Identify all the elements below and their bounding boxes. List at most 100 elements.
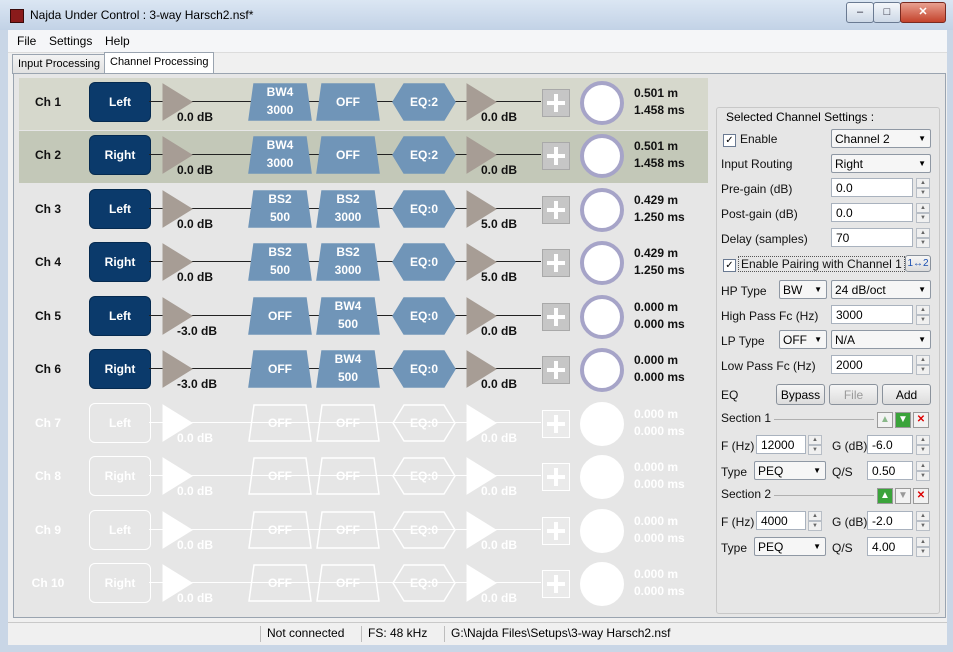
channel-row[interactable]: Ch 6 Right -3.0 dB OFF BW4 500 EQ:0 0.0 (19, 345, 708, 397)
channel-row[interactable]: Ch 5 Left -3.0 dB OFF BW4 500 EQ:0 0.0 d… (19, 292, 708, 344)
section-1-move-down-icon[interactable]: ▼ (895, 412, 911, 428)
eq-block[interactable]: EQ:0 (392, 511, 456, 549)
enable-checkbox[interactable]: ✓ (723, 134, 736, 147)
filter-1[interactable]: BW4 3000 (248, 136, 312, 174)
menu-file[interactable]: File (17, 34, 36, 48)
input-route-button[interactable]: Left (89, 189, 151, 229)
polarity-plus-icon[interactable] (542, 142, 570, 170)
delay-ring-icon[interactable] (580, 241, 624, 285)
delay-ring-icon[interactable] (580, 455, 624, 499)
channel-select[interactable]: Channel 2 (831, 129, 931, 148)
delay-ring-icon[interactable] (580, 295, 624, 339)
section-1-type-select[interactable]: PEQ (754, 461, 826, 480)
channel-row[interactable]: Ch 2 Right 0.0 dB BW4 3000 OFF EQ:2 0.0 (19, 131, 708, 183)
filter-1[interactable]: BW4 3000 (248, 83, 312, 121)
pairing-checkbox[interactable]: ✓ (723, 259, 736, 272)
maximize-button[interactable]: □ (873, 2, 901, 23)
filter-2[interactable]: OFF (316, 564, 380, 602)
input-route-button[interactable]: Right (89, 349, 151, 389)
menu-help[interactable]: Help (105, 34, 130, 48)
add-button[interactable]: Add (882, 384, 931, 405)
delay-ring-icon[interactable] (580, 81, 624, 125)
delay-ring-icon[interactable] (580, 562, 624, 606)
section-2-move-down-icon[interactable]: ▼ (895, 488, 911, 504)
file-button[interactable]: File (829, 384, 878, 405)
delay-spinner[interactable]: ▲ ▼ (916, 228, 930, 248)
minimize-button[interactable]: ‒ (846, 2, 874, 23)
delay-ring-icon[interactable] (580, 509, 624, 553)
filter-1[interactable]: BS2 500 (248, 190, 312, 228)
section-2-g-input[interactable]: -2.0 (867, 511, 913, 530)
delay-ring-icon[interactable] (580, 348, 624, 392)
tab-channel-processing[interactable]: Channel Processing (104, 52, 215, 74)
section-1-delete-icon[interactable]: ✕ (913, 412, 929, 428)
section-2-q-input[interactable]: 4.00 (867, 537, 913, 556)
channel-row[interactable]: Ch 4 Right 0.0 dB BS2 500 BS2 3000 EQ:0 (19, 238, 708, 290)
input-route-button[interactable]: Left (89, 510, 151, 550)
section-1-q-spinner[interactable]: ▲ ▼ (916, 461, 930, 481)
post-gain-spinner[interactable]: ▲ ▼ (916, 203, 930, 223)
delay-input[interactable]: 70 (831, 228, 913, 247)
filter-2[interactable]: BS2 3000 (316, 243, 380, 281)
eq-block[interactable]: EQ:0 (392, 243, 456, 281)
filter-1[interactable]: BS2 500 (248, 243, 312, 281)
polarity-plus-icon[interactable] (542, 517, 570, 545)
filter-1[interactable]: OFF (248, 404, 312, 442)
post-gain-input[interactable]: 0.0 (831, 203, 913, 222)
eq-block[interactable]: EQ:0 (392, 457, 456, 495)
pre-gain-spinner[interactable]: ▲ ▼ (916, 178, 930, 198)
lp-slope-select[interactable]: N/A (831, 330, 931, 349)
channel-row[interactable]: Ch 1 Left 0.0 dB BW4 3000 OFF EQ:2 0.0 d… (19, 78, 708, 130)
section-2-delete-icon[interactable]: ✕ (913, 488, 929, 504)
pairing-swap-icon[interactable]: 1↔2 (905, 255, 931, 272)
filter-2[interactable]: OFF (316, 83, 380, 121)
eq-block[interactable]: EQ:0 (392, 404, 456, 442)
filter-1[interactable]: OFF (248, 564, 312, 602)
polarity-plus-icon[interactable] (542, 410, 570, 438)
section-1-move-up-icon[interactable]: ▲ (877, 412, 893, 428)
hp-slope-select[interactable]: 24 dB/oct (831, 280, 931, 299)
section-1-f-input[interactable]: 12000 (756, 435, 806, 454)
bypass-button[interactable]: Bypass (776, 384, 825, 405)
section-2-f-input[interactable]: 4000 (756, 511, 806, 530)
delay-ring-icon[interactable] (580, 402, 624, 446)
polarity-plus-icon[interactable] (542, 303, 570, 331)
input-route-button[interactable]: Left (89, 82, 151, 122)
filter-2[interactable]: BW4 500 (316, 350, 380, 388)
section-2-g-spinner[interactable]: ▲ ▼ (916, 511, 930, 531)
lp-type-select[interactable]: OFF (779, 330, 827, 349)
polarity-plus-icon[interactable] (542, 249, 570, 277)
section-2-f-spinner[interactable]: ▲ ▼ (808, 511, 822, 531)
section-2-q-spinner[interactable]: ▲ ▼ (916, 537, 930, 557)
close-button[interactable]: ✕ (900, 2, 946, 23)
hp-type-select[interactable]: BW (779, 280, 827, 299)
filter-2[interactable]: BW4 500 (316, 297, 380, 335)
input-route-button[interactable]: Right (89, 563, 151, 603)
channel-row[interactable]: Ch 10 Right 0.0 dB OFF OFF EQ:0 0.0 dB 0… (19, 559, 708, 611)
filter-1[interactable]: OFF (248, 511, 312, 549)
delay-ring-icon[interactable] (580, 134, 624, 178)
pre-gain-input[interactable]: 0.0 (831, 178, 913, 197)
filter-2[interactable]: OFF (316, 511, 380, 549)
channel-row[interactable]: Ch 7 Left 0.0 dB OFF OFF EQ:0 0.0 dB 0.0… (19, 399, 708, 451)
filter-1[interactable]: OFF (248, 457, 312, 495)
input-route-button[interactable]: Left (89, 403, 151, 443)
channel-row[interactable]: Ch 9 Left 0.0 dB OFF OFF EQ:0 0.0 dB 0.0… (19, 506, 708, 558)
input-route-button[interactable]: Right (89, 242, 151, 282)
filter-2[interactable]: OFF (316, 404, 380, 442)
filter-1[interactable]: OFF (248, 350, 312, 388)
eq-block[interactable]: EQ:0 (392, 350, 456, 388)
channel-row[interactable]: Ch 3 Left 0.0 dB BS2 500 BS2 3000 EQ:0 5… (19, 185, 708, 237)
polarity-plus-icon[interactable] (542, 89, 570, 117)
lp-fc-spinner[interactable]: ▲ ▼ (916, 355, 930, 375)
lp-fc-input[interactable]: 2000 (831, 355, 913, 374)
polarity-plus-icon[interactable] (542, 196, 570, 224)
eq-block[interactable]: EQ:0 (392, 190, 456, 228)
polarity-plus-icon[interactable] (542, 570, 570, 598)
eq-block[interactable]: EQ:2 (392, 83, 456, 121)
section-2-type-select[interactable]: PEQ (754, 537, 826, 556)
filter-2[interactable]: OFF (316, 457, 380, 495)
filter-1[interactable]: OFF (248, 297, 312, 335)
input-route-button[interactable]: Right (89, 456, 151, 496)
eq-block[interactable]: EQ:0 (392, 564, 456, 602)
